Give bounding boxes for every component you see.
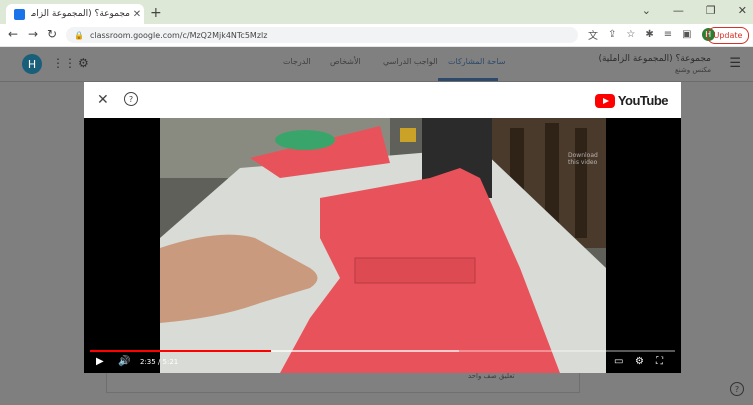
url-text: classroom.google.com/c/MzQ2Mjk4NTc5Mzlz [89, 30, 268, 40]
settings-gear-icon[interactable]: ⚙ [635, 356, 644, 367]
lock-icon: 🔒 [74, 30, 84, 40]
tab-classwork[interactable]: الواجب الدراسي [383, 57, 438, 66]
browser-tab-title: مجموعة؟ (المجموعة الزاملية) | مناقـ [31, 9, 130, 19]
class-subtitle: مكنس وشنع [675, 66, 711, 74]
reload-icon[interactable]: ↻ [47, 27, 57, 41]
youtube-logo[interactable]: YouTube [594, 93, 669, 108]
classroom-favicon-icon [14, 8, 25, 20]
minimize-icon[interactable]: — [673, 4, 684, 17]
youtube-wordmark: YouTube [617, 93, 669, 108]
close-icon[interactable]: ✕ [97, 92, 109, 108]
video-time: 2:35 / 5:21 [140, 358, 179, 366]
account-avatar[interactable]: H [22, 54, 42, 74]
youtube-play-icon [594, 93, 615, 108]
gear-icon[interactable]: ⚙ [78, 56, 89, 70]
comment-input[interactable]: تعليق صف واحد [468, 372, 515, 380]
toolbar-icons: 文 ⇪ ☆ ✱ ≡ ▣ H [588, 27, 715, 42]
browser-tab[interactable]: مجموعة؟ (المجموعة الزاملية) | مناقـ ✕ [6, 4, 144, 24]
active-tab-indicator [438, 78, 498, 81]
reading-list-icon[interactable]: ≡ [664, 29, 672, 40]
extension-icon[interactable]: ✱ [645, 29, 653, 40]
help-icon[interactable]: ? [730, 382, 744, 396]
window-controls: ⌄ — ❐ ✕ [642, 4, 747, 17]
browser-tab-strip: مجموعة؟ (المجموعة الزاملية) | مناقـ ✕ + … [0, 0, 753, 24]
maximize-icon[interactable]: ❐ [706, 4, 716, 17]
close-tab-icon[interactable]: ✕ [130, 9, 144, 20]
star-icon[interactable]: ☆ [626, 29, 635, 40]
back-icon[interactable]: ← [8, 27, 18, 41]
video-scene-icon [160, 118, 606, 373]
new-tab-icon[interactable]: + [150, 5, 162, 21]
video-frame[interactable]: Download this video [160, 118, 606, 373]
tab-grades[interactable]: الدرجات [283, 57, 311, 66]
subtitles-icon[interactable]: ▭ [614, 356, 623, 367]
update-button[interactable]: Update [707, 27, 749, 44]
class-title: مجموعة؟ (المجموعة الزاملية) [598, 54, 711, 64]
menu-icon[interactable]: ☰ [729, 56, 741, 71]
watermark-text: Download this video [568, 152, 598, 166]
browser-toolbar: ← → ↻ 🔒 classroom.google.com/c/MzQ2Mjk4N… [0, 24, 753, 47]
close-window-icon[interactable]: ✕ [738, 4, 747, 17]
forward-icon[interactable]: → [28, 27, 38, 41]
progress-played [90, 350, 272, 352]
tab-people[interactable]: الأشخاص [330, 57, 361, 66]
side-panel-icon[interactable]: ▣ [682, 29, 691, 40]
translate-icon[interactable]: 文 [588, 27, 598, 42]
play-icon[interactable]: ▶ [96, 356, 104, 367]
address-bar[interactable]: 🔒 classroom.google.com/c/MzQ2Mjk4NTc5Mzl… [66, 27, 578, 43]
video-modal: ✕ ? YouTube Download this video ▶ 🔊 2:35… [84, 82, 681, 373]
help-icon[interactable]: ? [124, 92, 138, 106]
chevron-down-icon[interactable]: ⌄ [642, 4, 651, 17]
volume-icon[interactable]: 🔊 [118, 356, 130, 367]
fullscreen-icon[interactable]: ⛶ [656, 356, 663, 367]
apps-grid-icon[interactable]: ⋮⋮ [52, 56, 76, 70]
modal-header: ✕ ? YouTube [84, 82, 681, 118]
classroom-header: H ⋮⋮ ⚙ ساحة المشاركات الواجب الدراسي الأ… [0, 47, 753, 82]
tab-stream[interactable]: ساحة المشاركات [448, 57, 505, 66]
share-icon[interactable]: ⇪ [608, 29, 616, 40]
